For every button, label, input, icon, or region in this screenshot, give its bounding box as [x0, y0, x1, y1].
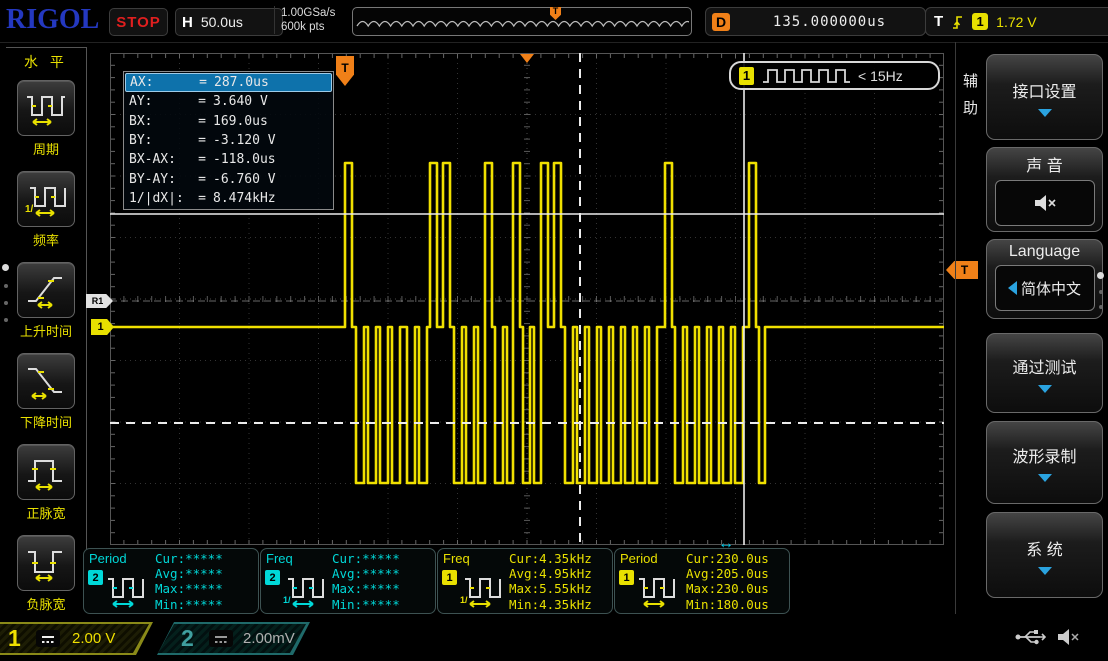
- trigger-level-value: 1.72 V: [996, 13, 1037, 30]
- dropdown-arrow-icon: [1037, 384, 1052, 393]
- channel1-number: 1: [8, 625, 21, 651]
- readout-row-bx-ax: BX-AX: = -118.0us: [129, 152, 276, 168]
- softkey-system[interactable]: 系 统: [986, 512, 1103, 598]
- softkey-waveform-record[interactable]: 波形录制: [986, 421, 1103, 504]
- menu-item-frequency[interactable]: 1/ 频率: [6, 171, 86, 249]
- fall-time-icon: [28, 368, 62, 400]
- horizontal-label: H: [182, 13, 193, 31]
- dropdown-arrow-icon: [1037, 566, 1052, 575]
- measurement-box-period-ch2[interactable]: Period 2 Cur:***** Avg:***** Max:***** Min…: [83, 548, 259, 614]
- speaker-muted-icon: [1058, 629, 1079, 645]
- timebase-value: 50.0us: [200, 14, 243, 30]
- measurement-box-period-ch1[interactable]: Period 1 Cur:230.0us Avg:205.0us Max:230.…: [614, 548, 790, 614]
- period-waveform-icon: [639, 578, 675, 608]
- readout-row-by-ay: BY-AY: = -6.760 V: [129, 171, 276, 187]
- trigger-frequency-flag: 1 < 15Hz: [729, 61, 940, 90]
- readout-row-ay: AY: = 3.640 V: [129, 94, 268, 110]
- sound-toggle[interactable]: [994, 180, 1095, 226]
- softkey-pass-fail-test[interactable]: 通过测试: [986, 333, 1103, 413]
- measurement-box-freq-ch2[interactable]: Freq 2 1/ Cur:***** Avg:***** Max:***** Mi…: [260, 548, 436, 614]
- preview-waveform: [356, 20, 689, 28]
- run-state-button[interactable]: STOP: [109, 8, 168, 36]
- frequency-waveform-icon: 1/: [283, 578, 324, 608]
- pulse-train-icon: [763, 69, 850, 83]
- rise-time-icon: [28, 277, 62, 309]
- period-waveform-icon: [108, 578, 144, 608]
- rigol-logo: RIGOL: [6, 4, 100, 35]
- readout-row-inv-dx: 1/|dX|: = 8.474kHz: [129, 190, 276, 206]
- left-measure-menu: 水 平 周期 1/ 频率 上升时间 下降时间 正脉宽 负脉宽: [6, 47, 87, 612]
- dc-coupling-icon: [209, 630, 233, 647]
- left-menu-page-dots: [2, 264, 9, 322]
- readout-row-by: BY: = -3.120 V: [129, 133, 276, 149]
- trigger-frequency-note: < 15Hz: [858, 67, 903, 84]
- menu-item-fall-time[interactable]: 下降时间: [6, 353, 86, 431]
- negative-width-icon: [28, 551, 62, 582]
- speaker-muted-icon: [1034, 195, 1056, 211]
- softkey-language[interactable]: Language 简体中文: [986, 239, 1103, 319]
- horizontal-center-marker-icon: [520, 54, 534, 63]
- trigger-status-chip[interactable]: T 1 1.72 V: [925, 7, 1108, 36]
- positive-width-icon: [28, 460, 62, 491]
- trigger-level-flag-icon[interactable]: T: [946, 261, 978, 279]
- right-menu-page-dots: [1097, 272, 1104, 309]
- period-icon: [27, 96, 65, 126]
- horizontal-delay-chip[interactable]: D 135.000000us: [705, 7, 926, 36]
- delay-badge: D: [712, 12, 730, 31]
- softkey-interface-settings[interactable]: 接口设置: [986, 54, 1103, 140]
- sample-rate: 1.00GSa/s: [281, 7, 336, 19]
- svg-text:1/: 1/: [283, 595, 291, 605]
- right-panel-divider: [955, 42, 956, 614]
- select-left-arrow-icon: [1007, 281, 1017, 295]
- channel2-scale: 2.00mV: [243, 630, 295, 647]
- cursor-readout-panel: AX: = 287.0us AY: = 3.640 V BX: = 169.0us BY…: [123, 71, 334, 211]
- channel1-status-tag[interactable]: 1 2.00 V: [0, 622, 153, 655]
- menu-item-period[interactable]: 周期: [6, 80, 86, 158]
- status-icon-tray: [1014, 627, 1082, 647]
- menu-item-rise-time[interactable]: 上升时间: [6, 262, 86, 340]
- trigger-source-badge: 1: [972, 13, 989, 30]
- svg-text:1/: 1/: [460, 595, 468, 605]
- waveform-memory-preview[interactable]: T: [352, 7, 692, 36]
- channel2-number: 2: [181, 625, 194, 651]
- delay-value: 135.000000us: [772, 13, 887, 30]
- usb-icon: [1015, 630, 1046, 645]
- dropdown-arrow-icon: [1037, 108, 1052, 117]
- frequency-icon: 1/: [25, 187, 66, 217]
- left-menu-title: 水 平: [24, 54, 68, 70]
- frequency-waveform-icon: 1/: [460, 578, 501, 608]
- acquisition-info: 1.00GSa/s 600k pts: [274, 6, 335, 34]
- channel1-scale: 2.00 V: [72, 630, 116, 647]
- dc-coupling-icon: [36, 630, 60, 647]
- readout-row-bx: BX: = 169.0us: [129, 113, 268, 129]
- aux-menu-tab: 辅 助: [962, 73, 978, 117]
- softkey-sound[interactable]: 声 音: [986, 147, 1103, 232]
- language-selector[interactable]: 简体中文: [994, 265, 1095, 311]
- channel2-status-tag[interactable]: 2 2.00mV: [157, 622, 310, 655]
- menu-item-negative-width[interactable]: 负脉宽: [6, 535, 86, 613]
- channel1-badge: 1: [739, 66, 754, 85]
- trigger-label: T: [934, 13, 944, 30]
- rising-edge-icon: [953, 16, 963, 29]
- readout-row-ax[interactable]: AX: = 287.0us: [125, 73, 332, 93]
- dropdown-arrow-icon: [1037, 474, 1052, 482]
- memory-depth: 600k pts: [281, 21, 325, 33]
- measurement-box-freq-ch1[interactable]: Freq 1 1/ Cur:4.35kHz Avg:4.95kHz Max:5.5…: [437, 548, 613, 614]
- menu-item-positive-width[interactable]: 正脉宽: [6, 444, 86, 522]
- reference-r1-marker-icon[interactable]: R1: [86, 294, 113, 308]
- top-status-bar: RIGOL STOP H 50.0us 1.00GSa/s 600k pts T…: [0, 0, 1108, 43]
- oscilloscope-screen: RIGOL STOP H 50.0us 1.00GSa/s 600k pts T…: [0, 0, 1108, 661]
- svg-text:1/: 1/: [25, 204, 34, 215]
- horizontal-timebase-chip[interactable]: H 50.0us: [175, 8, 283, 36]
